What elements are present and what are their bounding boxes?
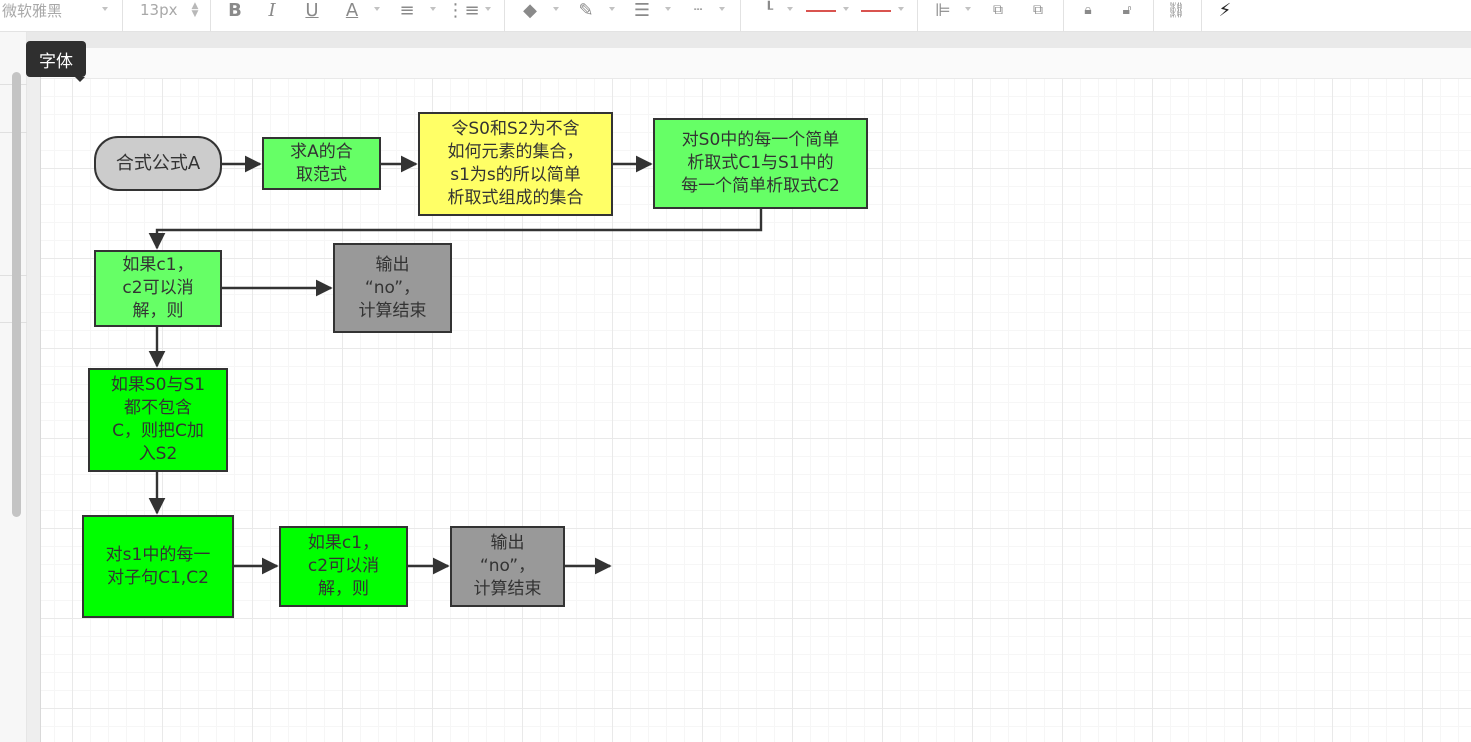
font-size-value: 13px — [140, 1, 178, 19]
flow-node-start[interactable]: 合式公式A — [94, 136, 222, 191]
send-back-icon[interactable]: ⧉ — [1028, 0, 1048, 20]
page-margin — [41, 48, 1471, 78]
toolbar-divider — [917, 0, 918, 32]
toolbar-divider — [740, 0, 741, 32]
underline-icon[interactable]: U — [302, 0, 322, 21]
line-start-icon[interactable] — [805, 0, 837, 20]
line-spacing-icon[interactable]: ⋮≡ — [446, 0, 479, 21]
tooltip-arrow — [75, 77, 85, 82]
toolbar-divider — [504, 0, 505, 32]
flow-node-output-no-2[interactable]: 输出 “no”， 计算结束 — [450, 526, 565, 607]
panel-scrollbar[interactable] — [12, 72, 21, 517]
node-label: 令S0和S2为不含 如何元素的集合， s1为s的所以简单 析取式组成的集合 — [447, 119, 584, 208]
lock-icon[interactable]: 🔒︎ — [1078, 0, 1098, 20]
bring-front-icon[interactable]: ⧉ — [988, 0, 1008, 20]
chevron-down-icon[interactable] — [102, 7, 108, 11]
bold-icon[interactable]: B — [225, 0, 245, 21]
align-left-icon[interactable]: ⊫ — [932, 0, 954, 21]
line-width-icon[interactable]: ☰ — [630, 0, 654, 21]
vertical-ruler — [27, 48, 41, 742]
node-label: 如果c1， c2可以消 解，则 — [307, 533, 380, 599]
node-label: 如果S0与S1 都不包含 C，则把C加 入S2 — [110, 375, 206, 464]
font-tooltip: 字体 — [26, 41, 86, 82]
flow-node-init-sets[interactable]: 令S0和S2为不含 如何元素的集合， s1为s的所以简单 析取式组成的集合 — [418, 112, 613, 216]
link-icon[interactable]: ⛓ — [1166, 0, 1186, 20]
chevron-down-icon[interactable] — [485, 7, 491, 11]
italic-icon[interactable]: I — [262, 0, 282, 21]
chevron-down-icon[interactable] — [609, 7, 615, 11]
format-toolbar: 微软雅黑 13px ▲ ▼ B I U A ≡ ⋮≡ ◆ ✎ ☰ ┄ ┖ ⊫ ⧉ … — [0, 0, 1471, 32]
tooltip-text: 字体 — [39, 51, 73, 72]
node-label: 对s1中的每一 对子句C1,C2 — [105, 544, 211, 588]
node-label: 输出 “no”， 计算结束 — [473, 533, 542, 599]
node-label: 如果c1， c2可以消 解，则 — [122, 255, 194, 321]
unlock-icon[interactable]: 🔓︎ — [1117, 0, 1137, 20]
chevron-down-icon[interactable] — [719, 7, 725, 11]
font-family-value: 微软雅黑 — [2, 1, 63, 20]
flow-node-check-resolve-2[interactable]: 如果c1， c2可以消 解，则 — [279, 526, 408, 607]
node-label: 求A的合 取范式 — [290, 141, 353, 185]
chevron-down-icon[interactable] — [898, 7, 904, 11]
horizontal-ruler — [27, 32, 1471, 48]
flow-node-loop-s0-s1[interactable]: 对S0中的每一个简单 析取式C1与S1中的 每一个简单析取式C2 — [653, 118, 868, 209]
stepper-icon[interactable]: ▲ ▼ — [188, 0, 202, 20]
chevron-down-icon[interactable] — [430, 7, 436, 11]
toolbar-divider — [210, 0, 211, 32]
magic-wand-icon[interactable]: ⚡ — [1214, 0, 1236, 21]
align-icon[interactable]: ≡ — [396, 0, 418, 21]
chevron-down-icon[interactable] — [553, 7, 559, 11]
flow-node-check-resolve[interactable]: 如果c1， c2可以消 解，则 — [94, 250, 222, 327]
shape-library-panel — [0, 32, 27, 742]
line-dash-icon[interactable]: ┄ — [686, 0, 710, 20]
node-label: 合式公式A — [115, 153, 201, 174]
font-color-icon[interactable]: A — [340, 0, 364, 21]
chevron-down-icon[interactable] — [374, 7, 380, 11]
flow-node-loop-s1[interactable]: 对s1中的每一 对子句C1,C2 — [82, 515, 234, 618]
chevron-down-icon[interactable] — [965, 7, 971, 11]
line-end-icon[interactable] — [860, 0, 892, 20]
line-color-icon[interactable]: ✎ — [574, 0, 598, 21]
node-label: 输出 “no”， 计算结束 — [358, 254, 427, 321]
flow-node-add-to-s2[interactable]: 如果S0与S1 都不包含 C，则把C加 入S2 — [88, 368, 228, 472]
flow-node-cnf[interactable]: 求A的合 取范式 — [262, 137, 381, 190]
fill-color-icon[interactable]: ◆ — [519, 0, 541, 21]
toolbar-divider — [1201, 0, 1202, 32]
toolbar-divider — [122, 0, 123, 32]
toolbar-divider — [1063, 0, 1064, 32]
font-family-select[interactable]: 微软雅黑 — [2, 0, 80, 20]
toolbar-divider — [1153, 0, 1154, 32]
chevron-down-icon[interactable] — [843, 7, 849, 11]
font-size-input[interactable]: 13px — [140, 0, 186, 20]
node-label: 对S0中的每一个简单 析取式C1与S1中的 每一个简单析取式C2 — [681, 130, 840, 196]
flow-node-output-no[interactable]: 输出 “no”， 计算结束 — [333, 243, 452, 333]
chevron-down-icon[interactable] — [787, 7, 793, 11]
chevron-down-icon[interactable] — [665, 7, 671, 11]
connector-icon[interactable]: ┖ — [760, 0, 778, 20]
